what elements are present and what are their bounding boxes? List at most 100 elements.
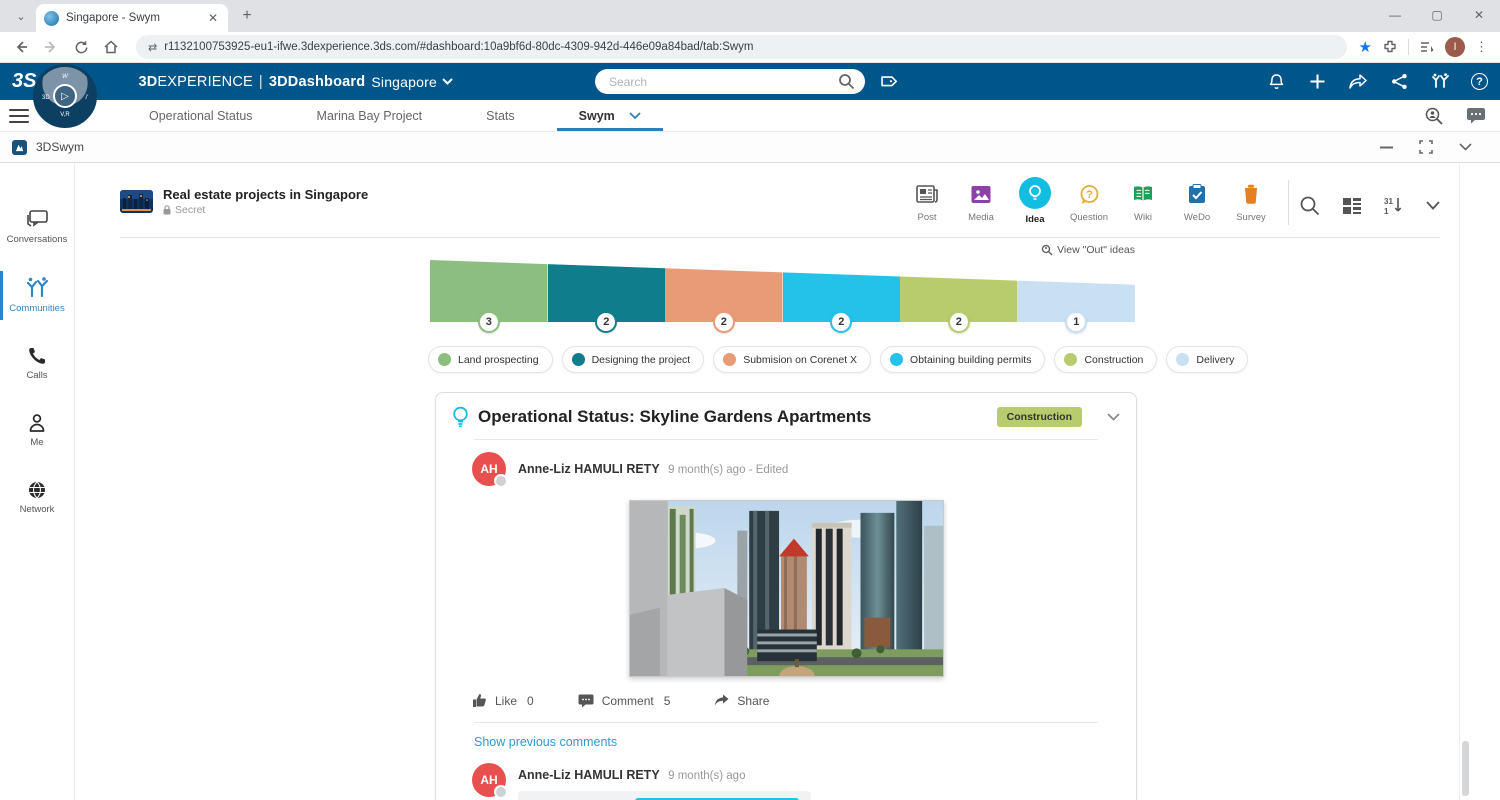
help-icon[interactable]: ?: [1471, 73, 1488, 90]
reload-icon[interactable]: [68, 34, 94, 60]
3dcompass-icon[interactable]: W3Di'V,R ▷: [33, 64, 97, 128]
url-bar[interactable]: ⇄ r1132100753925-eu1-ifwe.3dexperience.3…: [136, 35, 1347, 59]
user-search-icon[interactable]: [1424, 106, 1444, 126]
share-button[interactable]: Share: [714, 694, 769, 708]
funnel-segment[interactable]: 1: [1018, 260, 1136, 322]
browser-toolbar: ⇄ r1132100753925-eu1-ifwe.3dexperience.3…: [0, 32, 1500, 63]
content-type-post[interactable]: Post: [904, 178, 950, 223]
legend-chip[interactable]: Obtaining building permits: [880, 346, 1045, 373]
tab-search-chevron-icon[interactable]: ⌄: [8, 3, 34, 29]
content-type-survey[interactable]: Survey: [1228, 178, 1274, 223]
legend-chip[interactable]: Designing the project: [562, 346, 705, 373]
browser-tab[interactable]: Singapore - Swym ✕: [36, 4, 228, 32]
funnel-count-badge: 3: [478, 311, 500, 333]
funnel-count-badge: 2: [830, 311, 852, 333]
browser-menu-icon[interactable]: ⋮: [1475, 39, 1488, 55]
show-previous-comments-link[interactable]: Show previous comments: [436, 723, 1136, 753]
funnel-segment[interactable]: 3: [430, 260, 548, 322]
sidebar-item-network[interactable]: Network: [0, 476, 74, 519]
funnel-segment[interactable]: 2: [783, 260, 901, 322]
widget-minimize-icon[interactable]: [1380, 146, 1393, 149]
site-info-icon[interactable]: ⇄: [148, 41, 156, 54]
back-icon[interactable]: [8, 34, 34, 60]
like-button[interactable]: Like0: [472, 693, 534, 708]
comment-author[interactable]: Anne-Liz HAMULI RETY: [518, 768, 660, 782]
funnel-segment[interactable]: 2: [665, 260, 783, 322]
content-type-question[interactable]: ? Question: [1066, 178, 1112, 223]
content-type-idea[interactable]: Idea: [1012, 178, 1058, 225]
forward-icon[interactable]: [38, 34, 64, 60]
content-type-wedo[interactable]: WeDo: [1174, 178, 1220, 223]
search-input[interactable]: [609, 75, 838, 89]
browser-tabstrip: ⌄ Singapore - Swym ✕ + — ▢ ✕: [0, 0, 1500, 32]
funnel-count-badge: 2: [948, 311, 970, 333]
share-arrow-icon[interactable]: [1348, 72, 1368, 92]
legend-chip[interactable]: Land prospecting: [428, 346, 553, 373]
funnel-count-badge: 2: [713, 311, 735, 333]
community-thumbnail[interactable]: [120, 190, 153, 213]
sidebar-item-me[interactable]: Me: [0, 409, 74, 452]
window-minimize-button[interactable]: —: [1374, 0, 1416, 30]
legend-chip[interactable]: Construction: [1054, 346, 1157, 373]
content-type-wiki[interactable]: Wiki: [1120, 178, 1166, 223]
tab-close-icon[interactable]: ✕: [206, 11, 220, 25]
chat-icon[interactable]: [1466, 107, 1486, 124]
widget-maximize-icon[interactable]: [1419, 140, 1433, 154]
post-city-image[interactable]: [629, 500, 944, 677]
legend-dot: [1176, 353, 1189, 366]
post-icon: [916, 181, 938, 207]
home-icon[interactable]: [98, 34, 124, 60]
funnel-segment[interactable]: 2: [548, 260, 666, 322]
bookmark-star-icon[interactable]: ★: [1359, 38, 1372, 56]
search-icon[interactable]: [838, 73, 855, 90]
idea-post-card: Operational Status: Skyline Gardens Apar…: [435, 392, 1137, 800]
view-out-ideas-link[interactable]: View "Out" ideas: [430, 244, 1135, 256]
lock-icon: [163, 205, 171, 215]
global-search[interactable]: [595, 69, 865, 94]
share-network-icon[interactable]: [1389, 72, 1409, 92]
network-icon: [27, 480, 47, 500]
tab-swym[interactable]: Swym: [547, 100, 673, 131]
content-type-media[interactable]: Media: [958, 178, 1004, 223]
community-title[interactable]: Real estate projects in Singapore: [163, 187, 368, 202]
reading-list-icon[interactable]: [1419, 39, 1435, 55]
dashboard-name[interactable]: Singapore: [371, 74, 453, 90]
sort-icon[interactable]: 311: [1384, 196, 1404, 215]
add-content-icon[interactable]: [1307, 72, 1327, 92]
hamburger-menu-icon[interactable]: [9, 109, 29, 123]
post-menu-chevron-icon[interactable]: [1107, 413, 1120, 421]
post-title[interactable]: Operational Status: Skyline Gardens Apar…: [478, 407, 988, 427]
swym-brand-icon[interactable]: [1430, 72, 1450, 92]
post-actions: Like0 Comment5 Share: [436, 677, 1136, 722]
community-search-icon[interactable]: [1299, 195, 1320, 216]
comment-avatar[interactable]: AH: [472, 763, 506, 797]
notifications-bell-icon[interactable]: [1266, 72, 1286, 92]
conversations-icon: [25, 210, 49, 230]
comment-button[interactable]: Comment5: [578, 694, 671, 708]
new-tab-button[interactable]: +: [234, 3, 260, 29]
tab-options-chevron-icon[interactable]: [629, 112, 641, 120]
browser-profile-avatar[interactable]: I: [1445, 37, 1465, 57]
post-status-badge[interactable]: Construction: [997, 407, 1082, 427]
layout-view-icon[interactable]: [1342, 197, 1362, 215]
tab-operational-status[interactable]: Operational Status: [117, 100, 285, 131]
window-close-button[interactable]: ✕: [1458, 0, 1500, 30]
wedo-icon: [1188, 181, 1206, 207]
extensions-icon[interactable]: [1382, 39, 1398, 55]
sidebar-item-conversations[interactable]: Conversations: [0, 206, 74, 249]
widget-menu-chevron-icon[interactable]: [1459, 143, 1472, 151]
filter-chevron-icon[interactable]: [1426, 201, 1440, 210]
tab-marina-bay-project[interactable]: Marina Bay Project: [285, 100, 455, 131]
window-restore-button[interactable]: ▢: [1416, 0, 1458, 30]
funnel-segment[interactable]: 2: [900, 260, 1018, 322]
tag-icon[interactable]: [877, 72, 897, 92]
survey-icon: [1243, 181, 1259, 207]
vertical-scrollbar[interactable]: [1462, 741, 1469, 796]
legend-chip[interactable]: Delivery: [1166, 346, 1248, 373]
legend-chip[interactable]: Submision on Corenet X: [713, 346, 871, 373]
tab-stats[interactable]: Stats: [454, 100, 547, 131]
sidebar-item-calls[interactable]: Calls: [0, 342, 74, 385]
author-name[interactable]: Anne-Liz HAMULI RETY: [518, 462, 660, 476]
sidebar-item-communities[interactable]: Communities: [0, 273, 74, 318]
author-avatar[interactable]: AH: [472, 452, 506, 486]
